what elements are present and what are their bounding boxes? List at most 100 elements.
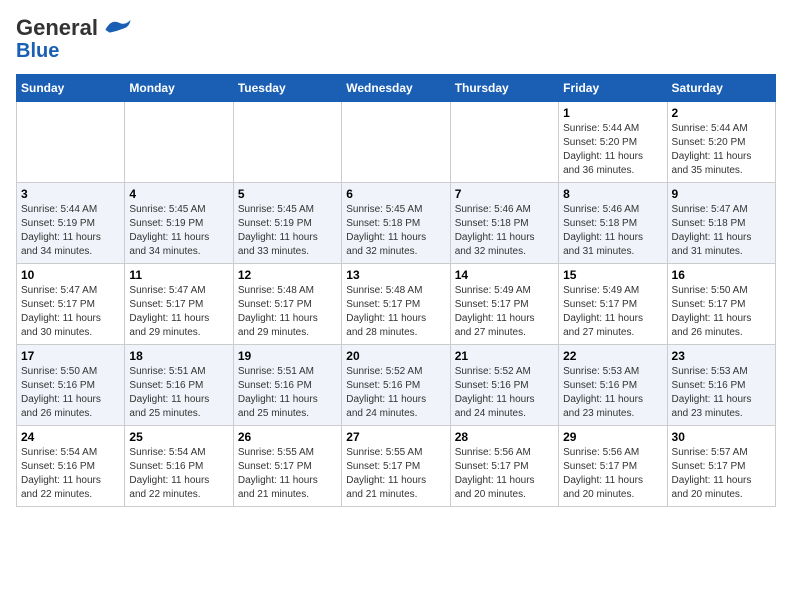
day-number: 30 (672, 430, 771, 444)
day-info: Sunrise: 5:55 AM Sunset: 5:17 PM Dayligh… (238, 446, 337, 502)
day-info: Sunrise: 5:51 AM Sunset: 5:16 PM Dayligh… (129, 365, 228, 421)
day-number: 21 (455, 349, 554, 363)
day-number: 29 (563, 430, 662, 444)
day-info: Sunrise: 5:47 AM Sunset: 5:17 PM Dayligh… (129, 284, 228, 340)
calendar-week-3: 10 Sunrise: 5:47 AM Sunset: 5:17 PM Dayli… (17, 264, 776, 345)
day-number: 13 (346, 268, 445, 282)
day-info: Sunrise: 5:54 AM Sunset: 5:16 PM Dayligh… (21, 446, 120, 502)
day-number: 7 (455, 187, 554, 201)
day-info: Sunrise: 5:54 AM Sunset: 5:16 PM Dayligh… (129, 446, 228, 502)
calendar-cell: 5 Sunrise: 5:45 AM Sunset: 5:19 PM Daylig… (233, 183, 341, 264)
calendar-cell: 13 Sunrise: 5:48 AM Sunset: 5:17 PM Dayli… (342, 264, 450, 345)
day-number: 10 (21, 268, 120, 282)
day-info: Sunrise: 5:53 AM Sunset: 5:16 PM Dayligh… (672, 365, 771, 421)
day-number: 12 (238, 268, 337, 282)
day-header-wednesday: Wednesday (342, 75, 450, 102)
day-number: 18 (129, 349, 228, 363)
calendar-header-row: SundayMondayTuesdayWednesdayThursdayFrid… (17, 75, 776, 102)
day-header-monday: Monday (125, 75, 233, 102)
day-number: 2 (672, 106, 771, 120)
day-number: 19 (238, 349, 337, 363)
day-header-thursday: Thursday (450, 75, 558, 102)
calendar-cell: 27 Sunrise: 5:55 AM Sunset: 5:17 PM Dayli… (342, 426, 450, 507)
day-number: 25 (129, 430, 228, 444)
day-number: 5 (238, 187, 337, 201)
logo: General Blue (16, 16, 132, 62)
day-info: Sunrise: 5:45 AM Sunset: 5:19 PM Dayligh… (129, 203, 228, 259)
page-header: General Blue (16, 16, 776, 62)
calendar-cell: 10 Sunrise: 5:47 AM Sunset: 5:17 PM Dayli… (17, 264, 125, 345)
calendar-cell: 7 Sunrise: 5:46 AM Sunset: 5:18 PM Daylig… (450, 183, 558, 264)
calendar-cell: 15 Sunrise: 5:49 AM Sunset: 5:17 PM Dayli… (559, 264, 667, 345)
calendar-cell: 19 Sunrise: 5:51 AM Sunset: 5:16 PM Dayli… (233, 345, 341, 426)
day-info: Sunrise: 5:56 AM Sunset: 5:17 PM Dayligh… (563, 446, 662, 502)
day-number: 6 (346, 187, 445, 201)
day-number: 14 (455, 268, 554, 282)
day-info: Sunrise: 5:45 AM Sunset: 5:18 PM Dayligh… (346, 203, 445, 259)
day-info: Sunrise: 5:48 AM Sunset: 5:17 PM Dayligh… (238, 284, 337, 340)
day-info: Sunrise: 5:47 AM Sunset: 5:18 PM Dayligh… (672, 203, 771, 259)
calendar-cell: 30 Sunrise: 5:57 AM Sunset: 5:17 PM Dayli… (667, 426, 775, 507)
day-number: 28 (455, 430, 554, 444)
logo-bird-icon (104, 17, 132, 35)
day-info: Sunrise: 5:52 AM Sunset: 5:16 PM Dayligh… (455, 365, 554, 421)
day-info: Sunrise: 5:50 AM Sunset: 5:16 PM Dayligh… (21, 365, 120, 421)
day-number: 16 (672, 268, 771, 282)
calendar-table: SundayMondayTuesdayWednesdayThursdayFrid… (16, 74, 776, 507)
day-info: Sunrise: 5:55 AM Sunset: 5:17 PM Dayligh… (346, 446, 445, 502)
calendar-week-4: 17 Sunrise: 5:50 AM Sunset: 5:16 PM Dayli… (17, 345, 776, 426)
day-number: 20 (346, 349, 445, 363)
day-number: 26 (238, 430, 337, 444)
calendar-cell: 9 Sunrise: 5:47 AM Sunset: 5:18 PM Daylig… (667, 183, 775, 264)
day-info: Sunrise: 5:56 AM Sunset: 5:17 PM Dayligh… (455, 446, 554, 502)
day-info: Sunrise: 5:49 AM Sunset: 5:17 PM Dayligh… (455, 284, 554, 340)
day-number: 27 (346, 430, 445, 444)
day-info: Sunrise: 5:46 AM Sunset: 5:18 PM Dayligh… (563, 203, 662, 259)
day-number: 24 (21, 430, 120, 444)
calendar-body: 1Sunrise: 5:44 AM Sunset: 5:20 PM Daylig… (17, 102, 776, 507)
day-info: Sunrise: 5:45 AM Sunset: 5:19 PM Dayligh… (238, 203, 337, 259)
calendar-cell: 1Sunrise: 5:44 AM Sunset: 5:20 PM Daylig… (559, 102, 667, 183)
day-number: 8 (563, 187, 662, 201)
day-number: 17 (21, 349, 120, 363)
day-number: 15 (563, 268, 662, 282)
day-info: Sunrise: 5:50 AM Sunset: 5:17 PM Dayligh… (672, 284, 771, 340)
day-info: Sunrise: 5:47 AM Sunset: 5:17 PM Dayligh… (21, 284, 120, 340)
day-info: Sunrise: 5:48 AM Sunset: 5:17 PM Dayligh… (346, 284, 445, 340)
day-info: Sunrise: 5:44 AM Sunset: 5:20 PM Dayligh… (672, 122, 771, 178)
day-number: 3 (21, 187, 120, 201)
calendar-cell: 2 Sunrise: 5:44 AM Sunset: 5:20 PM Daylig… (667, 102, 775, 183)
calendar-cell: 6 Sunrise: 5:45 AM Sunset: 5:18 PM Daylig… (342, 183, 450, 264)
calendar-cell (450, 102, 558, 183)
calendar-cell: 8 Sunrise: 5:46 AM Sunset: 5:18 PM Daylig… (559, 183, 667, 264)
day-info: Sunrise: 5:51 AM Sunset: 5:16 PM Dayligh… (238, 365, 337, 421)
calendar-cell: 17 Sunrise: 5:50 AM Sunset: 5:16 PM Dayli… (17, 345, 125, 426)
day-number: 9 (672, 187, 771, 201)
calendar-cell: 14 Sunrise: 5:49 AM Sunset: 5:17 PM Dayli… (450, 264, 558, 345)
logo-text-blue: Blue (16, 40, 59, 62)
calendar-week-5: 24 Sunrise: 5:54 AM Sunset: 5:16 PM Dayli… (17, 426, 776, 507)
calendar-cell: 4Sunrise: 5:45 AM Sunset: 5:19 PM Daylig… (125, 183, 233, 264)
calendar-cell (17, 102, 125, 183)
day-info: Sunrise: 5:49 AM Sunset: 5:17 PM Dayligh… (563, 284, 662, 340)
day-number: 23 (672, 349, 771, 363)
day-number: 11 (129, 268, 228, 282)
day-info: Sunrise: 5:46 AM Sunset: 5:18 PM Dayligh… (455, 203, 554, 259)
day-info: Sunrise: 5:57 AM Sunset: 5:17 PM Dayligh… (672, 446, 771, 502)
day-info: Sunrise: 5:53 AM Sunset: 5:16 PM Dayligh… (563, 365, 662, 421)
calendar-cell: 18 Sunrise: 5:51 AM Sunset: 5:16 PM Dayli… (125, 345, 233, 426)
calendar-cell: 16 Sunrise: 5:50 AM Sunset: 5:17 PM Dayli… (667, 264, 775, 345)
calendar-cell: 11 Sunrise: 5:47 AM Sunset: 5:17 PM Dayli… (125, 264, 233, 345)
day-info: Sunrise: 5:44 AM Sunset: 5:20 PM Dayligh… (563, 122, 662, 178)
day-header-sunday: Sunday (17, 75, 125, 102)
calendar-cell: 21 Sunrise: 5:52 AM Sunset: 5:16 PM Dayli… (450, 345, 558, 426)
calendar-cell (233, 102, 341, 183)
calendar-cell: 20Sunrise: 5:52 AM Sunset: 5:16 PM Dayli… (342, 345, 450, 426)
calendar-cell (342, 102, 450, 183)
day-number: 22 (563, 349, 662, 363)
calendar-cell: 28 Sunrise: 5:56 AM Sunset: 5:17 PM Dayli… (450, 426, 558, 507)
logo-text-general: General (16, 16, 132, 40)
calendar-cell: 23 Sunrise: 5:53 AM Sunset: 5:16 PM Dayli… (667, 345, 775, 426)
calendar-week-2: 3Sunrise: 5:44 AM Sunset: 5:19 PM Daylig… (17, 183, 776, 264)
calendar-cell: 22 Sunrise: 5:53 AM Sunset: 5:16 PM Dayli… (559, 345, 667, 426)
